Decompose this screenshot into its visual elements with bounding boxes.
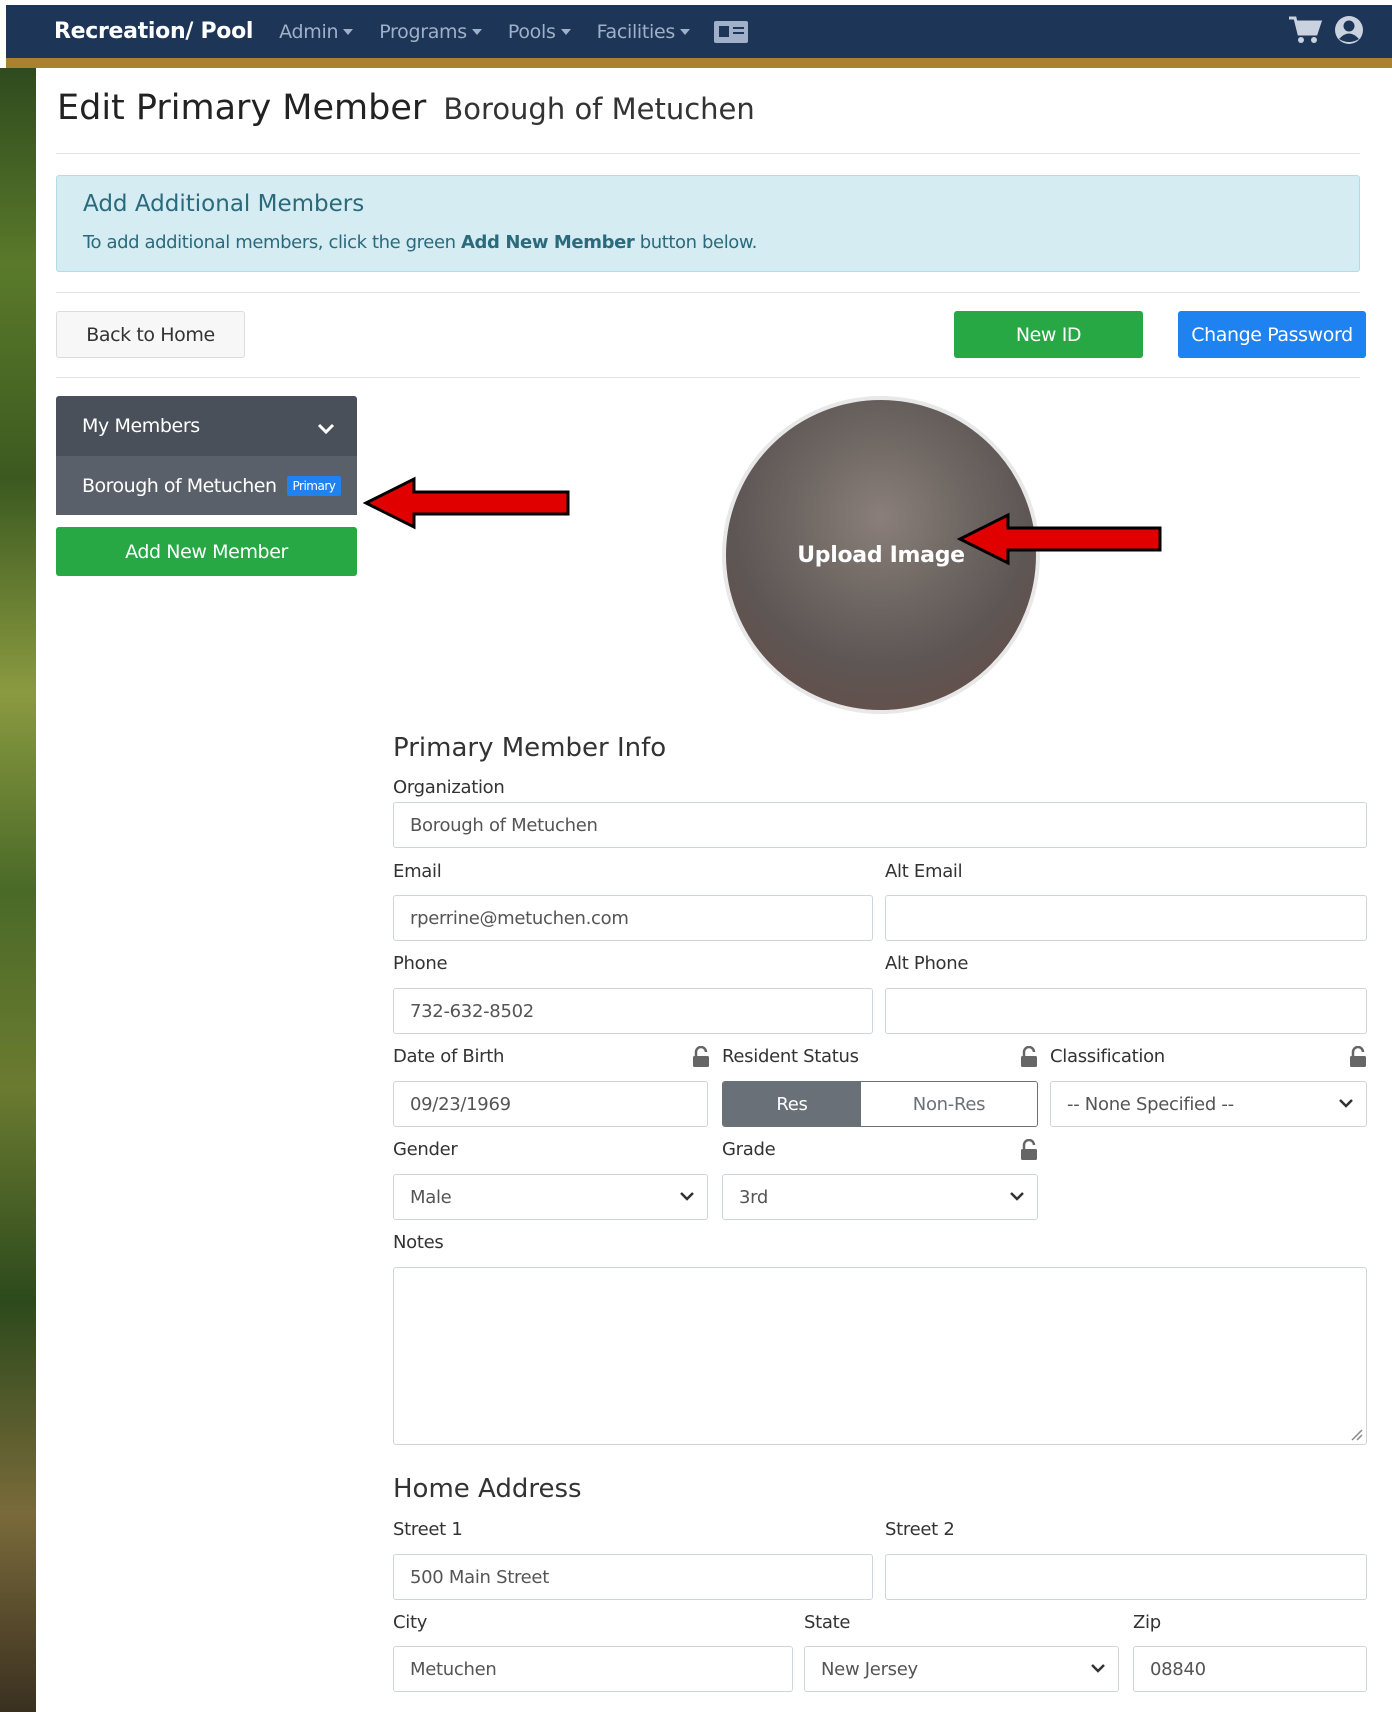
street2-input[interactable] [885,1554,1367,1600]
grade-label: Grade [722,1139,776,1160]
unlock-icon[interactable] [692,1046,710,1068]
alert-text-before: To add additional members, click the gre… [83,232,456,253]
dob-label: Date of Birth [393,1046,505,1067]
change-password-button[interactable]: Change Password [1178,311,1366,358]
new-id-button[interactable]: New ID [954,311,1143,358]
res-option[interactable]: Res [723,1082,861,1126]
alert-title: Add Additional Members [83,191,365,217]
grade-value: 3rd [739,1186,769,1208]
email-label: Email [393,861,442,882]
state-label: State [804,1612,851,1633]
email-input[interactable]: rperrine@metuchen.com [393,895,873,941]
organization-input[interactable]: Borough of Metuchen [393,802,1367,848]
page-title: Edit Primary Member Borough of Metuchen [57,88,755,128]
upload-image-label: Upload Image [797,542,965,568]
unlock-icon[interactable] [1020,1139,1038,1161]
info-alert: Add Additional Members To add additional… [56,175,1360,272]
alert-text-after: button below. [639,232,758,253]
nav-facilities[interactable]: Facilities [596,20,691,43]
user-icon[interactable] [1334,15,1364,45]
member-item[interactable]: Borough of Metuchen Primary [56,456,357,515]
brand-link[interactable]: Recreation/ Pool [54,19,253,44]
navbar-accent-bar [6,58,1392,68]
unlock-icon[interactable] [1020,1046,1038,1068]
alt-phone-label: Alt Phone [885,953,969,974]
page-subtitle: Borough of Metuchen [443,92,755,126]
chevron-down-icon [680,1192,694,1201]
street1-label: Street 1 [393,1519,463,1540]
page-title-text: Edit Primary Member [57,88,427,128]
section-title-primary-info: Primary Member Info [393,733,667,763]
zip-label: Zip [1133,1612,1161,1633]
nav-pools[interactable]: Pools [508,21,571,43]
zip-input[interactable]: 08840 [1133,1646,1367,1692]
my-members-toggle[interactable]: My Members [56,396,357,456]
notes-textarea[interactable] [393,1267,1367,1445]
my-members-label: My Members [82,415,200,437]
resize-handle-icon[interactable] [1349,1427,1363,1441]
top-navbar: Recreation/ Pool Admin Programs Pools Fa… [6,5,1392,58]
unlock-icon[interactable] [1349,1046,1367,1068]
background-photo-strip [0,68,36,1712]
divider [56,377,1360,378]
divider [56,153,1360,154]
phone-label: Phone [393,953,448,974]
my-members-panel: My Members Borough of Metuchen Primary [56,396,357,515]
notes-label: Notes [393,1232,444,1253]
alt-email-input[interactable] [885,895,1367,941]
chevron-down-icon [1091,1664,1105,1673]
add-new-member-button[interactable]: Add New Member [56,527,357,576]
divider [56,292,1360,293]
resident-status-label: Resident Status [722,1046,859,1067]
alt-email-label: Alt Email [885,861,963,882]
nav-programs[interactable]: Programs [379,21,482,43]
non-res-option[interactable]: Non-Res [861,1082,1037,1126]
nav-pools-label: Pools [507,20,556,43]
caret-down-icon [680,28,691,35]
classification-value: -- None Specified -- [1067,1093,1234,1115]
section-title-home-address: Home Address [393,1474,582,1504]
nav-admin[interactable]: Admin [279,20,354,43]
caret-down-icon [560,28,571,35]
street1-input[interactable]: 500 Main Street [393,1554,873,1600]
grade-select[interactable]: 3rd [722,1174,1038,1220]
member-name: Borough of Metuchen [82,474,277,497]
id-card-icon[interactable] [714,20,749,43]
gender-select[interactable]: Male [393,1174,708,1220]
classification-select[interactable]: -- None Specified -- [1050,1081,1367,1127]
classification-label: Classification [1050,1046,1165,1067]
red-arrow-annotation [362,476,570,530]
gender-value: Male [410,1186,452,1208]
alert-text-bold: Add New Member [460,232,635,253]
gender-label: Gender [393,1139,458,1160]
street2-label: Street 2 [885,1519,955,1540]
back-to-home-button[interactable]: Back to Home [56,311,245,358]
alt-phone-input[interactable] [885,988,1367,1034]
state-select[interactable]: New Jersey [804,1646,1119,1692]
nav-facilities-label: Facilities [596,20,676,43]
chevron-down-icon [1339,1099,1353,1108]
state-value: New Jersey [821,1658,918,1680]
red-arrow-annotation [956,512,1162,566]
nav-programs-label: Programs [379,20,467,43]
organization-label: Organization [393,777,505,798]
caret-down-icon [471,28,482,35]
phone-input[interactable]: 732-632-8502 [393,988,873,1034]
city-input[interactable]: Metuchen [393,1646,793,1692]
nav-admin-label: Admin [279,20,339,43]
caret-down-icon [343,28,354,35]
chevron-down-icon [1010,1192,1024,1201]
dob-input[interactable]: 09/23/1969 [393,1081,708,1127]
cart-icon[interactable] [1288,15,1322,45]
alert-text: To add additional members, click the gre… [83,232,757,253]
city-label: City [393,1612,428,1633]
chevron-down-icon [317,418,335,440]
primary-badge: Primary [286,475,342,496]
resident-status-toggle: Res Non-Res [722,1081,1038,1127]
